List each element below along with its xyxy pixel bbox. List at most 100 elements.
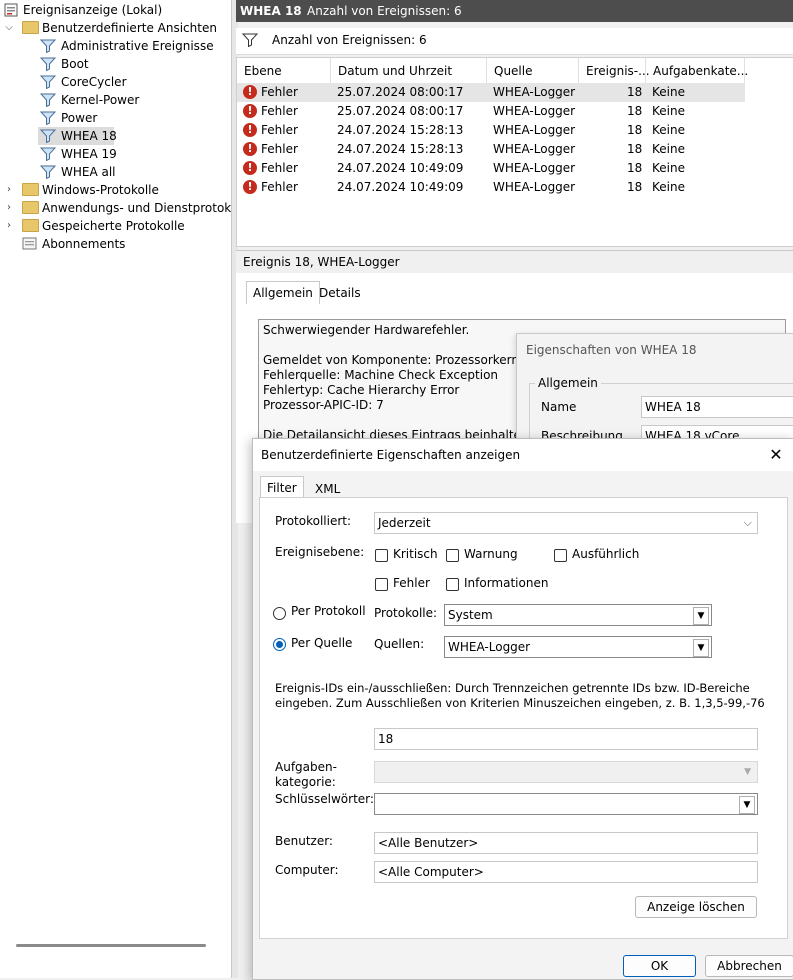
filter-icon	[40, 57, 56, 71]
ok-button[interactable]: OK	[623, 955, 696, 977]
tree-item-view[interactable]: Kernel-Power	[0, 91, 231, 109]
cell-source: WHEA-Logger	[493, 142, 576, 156]
information-checkbox[interactable]	[446, 578, 459, 591]
tree-item-subscriptions[interactable]: Abonnements	[0, 235, 231, 253]
tab-details[interactable]: Details	[313, 282, 367, 304]
table-row[interactable]: ! Fehler 25.07.2024 08:00:17 WHEA-Logger 18 K…	[237, 102, 745, 121]
cell-source: WHEA-Logger	[493, 85, 576, 99]
column-header-source[interactable]: Quelle	[487, 58, 579, 84]
warning-checkbox[interactable]	[446, 549, 459, 562]
cancel-button[interactable]: Abbrechen	[705, 955, 793, 977]
cell-date: 24.07.2024 10:49:09	[337, 161, 464, 175]
column-header-level[interactable]: Ebene	[237, 58, 331, 84]
name-label: Name	[541, 400, 577, 414]
error-icon: !	[243, 161, 257, 175]
dropdown-arrow-icon[interactable]: ▼	[693, 639, 709, 657]
tree-label: Windows-Protokolle	[42, 183, 159, 197]
cell-event-id: 18	[627, 142, 643, 156]
tree-item-app-logs[interactable]: › Anwendungs- und Dienstprotokolle	[0, 199, 231, 217]
warning-label: Warnung	[464, 547, 518, 561]
keywords-dropdown[interactable]: ▼	[374, 793, 758, 815]
dropdown-arrow-icon[interactable]: ▼	[739, 796, 755, 814]
critical-checkbox[interactable]	[375, 549, 388, 562]
folder-icon	[22, 183, 39, 196]
properties-title: Eigenschaften von WHEA 18	[526, 343, 697, 357]
cell-level: Fehler	[261, 142, 298, 156]
cell-date: 25.07.2024 08:00:17	[337, 104, 464, 118]
logged-dropdown[interactable]: Jederzeit ⌵	[374, 512, 758, 534]
tab-general[interactable]: Allgemein	[246, 281, 320, 304]
tree-label: WHEA 18	[61, 129, 117, 143]
cell-task: Keine	[652, 180, 685, 194]
description-line: Prozessor-APIC-ID: 7	[263, 398, 384, 412]
verbose-checkbox[interactable]	[554, 549, 567, 562]
filter-icon	[40, 147, 56, 161]
cell-level: Fehler	[261, 85, 298, 99]
clear-filter-button[interactable]: Anzeige löschen	[635, 896, 757, 918]
tree-label: Administrative Ereignisse	[61, 39, 214, 53]
horizontal-scrollbar[interactable]	[16, 944, 206, 947]
tree-item-view[interactable]: CoreCycler	[0, 73, 231, 91]
navigation-tree: Ereignisanzeige (Lokal) ⌵ Benutzerdefini…	[0, 0, 232, 978]
tree-item-saved-logs[interactable]: › Gespeicherte Protokolle	[0, 217, 231, 235]
column-header-task[interactable]: Aufgabenkate...	[646, 58, 748, 84]
table-row[interactable]: ! Fehler 24.07.2024 15:28:13 WHEA-Logger 18 K…	[237, 121, 745, 140]
by-log-radio[interactable]	[273, 607, 286, 620]
keywords-label: Schlüsselwörter:	[275, 792, 374, 806]
tree-item-custom-views[interactable]: ⌵ Benutzerdefinierte Ansichten	[0, 19, 231, 37]
description-line: Fehlertyp: Cache Hierarchy Error	[263, 383, 460, 397]
column-header-event-id[interactable]: Ereignis-...	[579, 58, 650, 84]
tree-item-view-selected[interactable]: WHEA 18	[38, 127, 117, 145]
description-line: Fehlerquelle: Machine Check Exception	[263, 368, 499, 382]
user-input[interactable]: <Alle Benutzer>	[374, 832, 758, 854]
verbose-label: Ausführlich	[572, 547, 640, 561]
chevron-right-icon[interactable]: ›	[4, 217, 14, 235]
task-category-label: kategorie:	[275, 775, 336, 789]
cell-task: Keine	[652, 142, 685, 156]
column-header-date[interactable]: Datum und Uhrzeit	[331, 58, 487, 84]
tab-filter[interactable]: Filter	[260, 476, 304, 499]
cell-source: WHEA-Logger	[493, 180, 576, 194]
filter-count: Anzahl von Ereignissen: 6	[272, 33, 427, 47]
dialog-titlebar: Benutzerdefinierte Eigenschaften anzeige…	[253, 439, 793, 471]
task-category-dropdown[interactable]: ▼	[374, 761, 758, 783]
cell-level: Fehler	[261, 123, 298, 137]
table-row[interactable]: ! Fehler 25.07.2024 08:00:17 WHEA-Logger 18 K…	[237, 83, 745, 102]
dropdown-arrow-icon[interactable]: ▼	[693, 607, 709, 625]
by-source-radio[interactable]	[273, 638, 286, 651]
chevron-right-icon[interactable]: ›	[4, 181, 14, 199]
logs-dropdown[interactable]: System ▼	[444, 604, 712, 626]
tree-item-root[interactable]: Ereignisanzeige (Lokal)	[0, 1, 231, 19]
filter-icon	[40, 165, 56, 179]
properties-window: Eigenschaften von WHEA 18 Allgemein Name…	[516, 333, 793, 455]
chevron-down-icon[interactable]: ⌵	[4, 19, 14, 37]
event-level-label: Ereignisebene:	[275, 545, 365, 559]
sources-dropdown[interactable]: WHEA-Logger ▼	[444, 636, 712, 658]
cell-level: Fehler	[261, 180, 298, 194]
chevron-down-icon: ⌵	[743, 516, 752, 529]
tree-item-view[interactable]: WHEA 19	[0, 145, 231, 163]
tree-item-windows-logs[interactable]: › Windows-Protokolle	[0, 181, 231, 199]
error-checkbox[interactable]	[375, 578, 388, 591]
tree-label: WHEA all	[61, 165, 116, 179]
cell-event-id: 18	[627, 123, 643, 137]
tree-item-view[interactable]: WHEA all	[0, 163, 231, 181]
computer-input[interactable]: <Alle Computer>	[374, 861, 758, 883]
table-row[interactable]: ! Fehler 24.07.2024 10:49:09 WHEA-Logger 18 K…	[237, 178, 745, 197]
cell-source: WHEA-Logger	[493, 123, 576, 137]
cell-event-id: 18	[627, 104, 643, 118]
custom-view-dialog: Benutzerdefinierte Eigenschaften anzeige…	[252, 438, 793, 980]
name-input[interactable]: WHEA 18	[641, 396, 793, 418]
event-ids-input[interactable]: 18	[374, 728, 758, 750]
table-row[interactable]: ! Fehler 24.07.2024 10:49:09 WHEA-Logger 18 K…	[237, 159, 745, 178]
tree-item-view[interactable]: Power	[0, 109, 231, 127]
error-icon: !	[243, 85, 257, 99]
tree-item-view[interactable]: Boot	[0, 55, 231, 73]
tree-item-view[interactable]: Administrative Ereignisse	[0, 37, 231, 55]
event-ids-help: Ereignis-IDs ein-/ausschließen: Durch Tr…	[275, 681, 750, 695]
error-icon: !	[243, 123, 257, 137]
close-icon[interactable]: ✕	[766, 439, 786, 471]
tree-label: Ereignisanzeige (Lokal)	[23, 3, 163, 17]
table-row[interactable]: ! Fehler 24.07.2024 15:28:13 WHEA-Logger 18 K…	[237, 140, 745, 159]
chevron-right-icon[interactable]: ›	[4, 199, 14, 217]
